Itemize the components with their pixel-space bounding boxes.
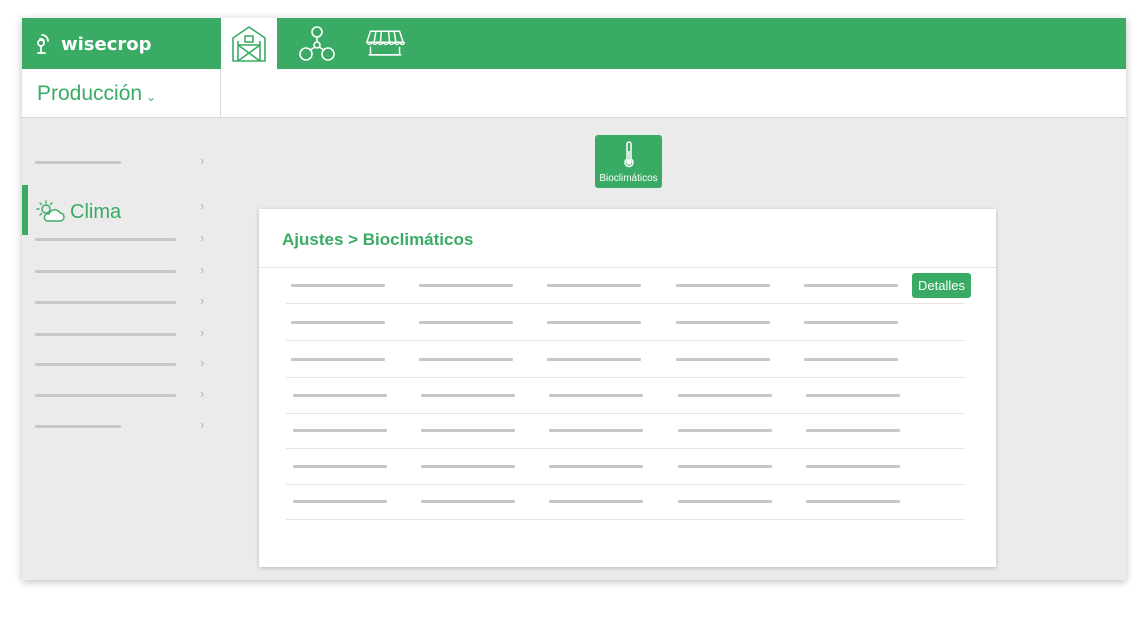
sidebar-item[interactable]: › [22, 349, 221, 379]
nav-network[interactable] [289, 18, 345, 69]
placeholder-cell [547, 358, 641, 361]
placeholder-cell [291, 284, 385, 287]
placeholder-cell [676, 321, 770, 324]
chevron-right-icon: › [200, 293, 205, 308]
placeholder-text [35, 301, 176, 304]
network-icon [299, 25, 335, 61]
placeholder-cell [293, 465, 387, 468]
placeholder-cell [547, 284, 641, 287]
nav-market[interactable] [357, 18, 413, 69]
placeholder-cell [291, 358, 385, 361]
app-logo[interactable]: wisecrop [36, 30, 152, 58]
placeholder-text [35, 238, 176, 241]
production-label: Producción [37, 81, 143, 105]
sub-header: Producción ⌄ [22, 69, 1126, 118]
placeholder-cell [678, 394, 772, 397]
thermometer-icon [623, 141, 634, 168]
chevron-right-icon: › [200, 417, 205, 432]
greenhouse-icon [232, 25, 266, 62]
placeholder-cell [806, 465, 900, 468]
placeholder-text [35, 425, 121, 428]
table-row[interactable] [286, 268, 965, 304]
sidebar-item[interactable]: › [22, 256, 221, 286]
placeholder-cell [421, 500, 515, 503]
placeholder-cell [419, 321, 513, 324]
placeholder-cell [421, 429, 515, 432]
placeholder-cell [293, 394, 387, 397]
table-row[interactable] [286, 342, 965, 378]
placeholder-cell [419, 358, 513, 361]
sidebar-item[interactable]: › [22, 380, 221, 410]
placeholder-cell [806, 500, 900, 503]
settings-card: Ajustes > Bioclimáticos Detalles [259, 209, 996, 567]
placeholder-cell [421, 465, 515, 468]
chevron-down-icon: ⌄ [146, 89, 157, 104]
chevron-right-icon: › [200, 262, 205, 277]
placeholder-cell [804, 358, 898, 361]
sidebar-item-label: Clima [70, 201, 122, 223]
module-label: Bioclimáticos [599, 173, 658, 184]
bioclimatic-module-button[interactable]: Bioclimáticos [595, 135, 662, 188]
placeholder-cell [549, 500, 643, 503]
nav-greenhouse[interactable] [221, 18, 277, 69]
row-divider [286, 303, 965, 304]
logo-text: wisecrop [61, 33, 152, 55]
chevron-right-icon: › [200, 230, 205, 245]
placeholder-cell [549, 429, 643, 432]
placeholder-cell [549, 394, 643, 397]
placeholder-cell [293, 429, 387, 432]
placeholder-text [35, 333, 176, 336]
placeholder-cell [549, 465, 643, 468]
chevron-right-icon: › [200, 386, 205, 401]
table-row[interactable] [286, 378, 965, 414]
placeholder-cell [676, 358, 770, 361]
placeholder-cell [547, 321, 641, 324]
placeholder-cell [678, 429, 772, 432]
row-divider [286, 519, 965, 520]
top-navbar: wisecrop [22, 18, 1126, 69]
chevron-right-icon: › [200, 153, 205, 168]
placeholder-cell [678, 500, 772, 503]
table-row[interactable] [286, 484, 965, 520]
app-window: wisecrop Producción ⌄ › Clima › › › › › … [22, 18, 1126, 580]
placeholder-cell [676, 284, 770, 287]
placeholder-cell [678, 465, 772, 468]
placeholder-cell [804, 284, 898, 287]
chevron-right-icon: › [200, 355, 205, 370]
placeholder-cell [804, 321, 898, 324]
row-divider [286, 340, 965, 341]
placeholder-cell [419, 284, 513, 287]
placeholder-cell [291, 321, 385, 324]
placeholder-text [35, 363, 176, 366]
sidebar-item[interactable]: › [22, 411, 221, 441]
placeholder-cell [806, 394, 900, 397]
market-stall-icon [366, 30, 405, 56]
chevron-right-icon: › [200, 325, 205, 340]
breadcrumb: Ajustes > Bioclimáticos [282, 230, 474, 249]
sidebar-item[interactable]: › [22, 147, 221, 177]
table-row[interactable] [286, 449, 965, 485]
sidebar-item[interactable]: › [22, 287, 221, 317]
sun-cloud-icon [36, 200, 65, 222]
sidebar: › Clima › › › › › › › › [22, 119, 221, 580]
table-row[interactable] [286, 413, 965, 449]
placeholder-cell [293, 500, 387, 503]
placeholder-cell [421, 394, 515, 397]
placeholder-text [35, 394, 176, 397]
chevron-right-icon: › [200, 198, 205, 213]
sidebar-item[interactable]: › [22, 224, 221, 254]
production-dropdown[interactable]: Producción ⌄ [22, 69, 221, 118]
wisecrop-logo-icon [37, 34, 49, 54]
table-row[interactable] [286, 305, 965, 341]
placeholder-text [35, 161, 121, 164]
placeholder-text [35, 270, 176, 273]
sidebar-item[interactable]: › [22, 319, 221, 349]
placeholder-cell [806, 429, 900, 432]
